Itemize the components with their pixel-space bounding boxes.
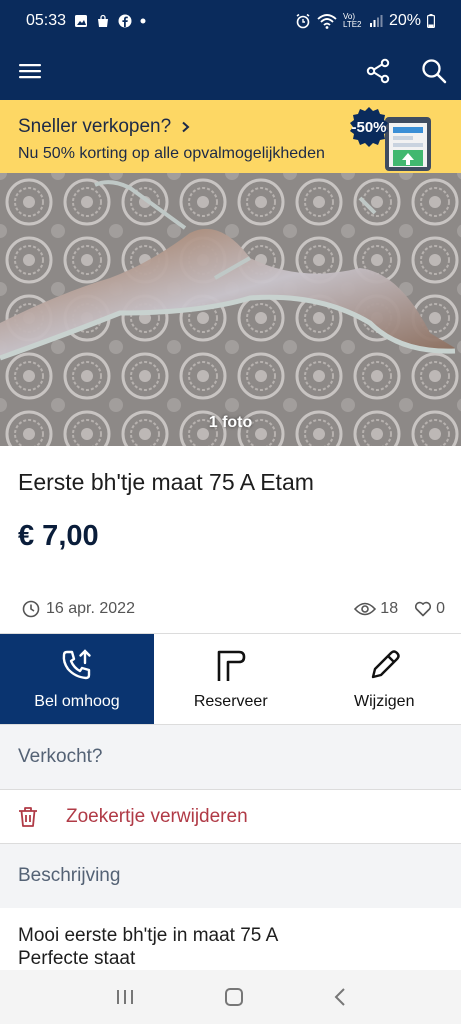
reserve-label: Reserveer: [193, 693, 268, 710]
menu-icon[interactable]: [18, 61, 42, 81]
listing-date: 16 apr. 2022: [46, 599, 135, 617]
notification-dot-icon: [140, 18, 146, 24]
edit-button[interactable]: Wijzigen: [308, 634, 461, 724]
chevron-right-icon: [182, 121, 190, 133]
listing-meta: 16 apr. 2022 18 0: [0, 584, 461, 633]
edit-label: Wijzigen: [354, 693, 415, 710]
description-line-1: Mooi eerste bh'tje in maat 75 A: [18, 925, 279, 946]
alarm-icon: [296, 13, 310, 29]
shopping-bag-icon: [98, 14, 109, 27]
action-bar: Bel omhoog Reserveer Wijzigen: [0, 633, 461, 725]
trash-icon: [19, 806, 37, 827]
phone-up-icon: [62, 649, 91, 680]
discount-badge-icon: -50%: [350, 107, 431, 171]
signal-icon: [369, 15, 383, 27]
heart-icon: [415, 601, 432, 616]
status-right: Vo) LTE2 20%: [295, 12, 435, 30]
sold-label: Verkocht?: [18, 746, 103, 767]
pencil-icon: [372, 650, 400, 679]
search-icon[interactable]: [421, 58, 447, 84]
recent-apps-icon[interactable]: [115, 988, 135, 1006]
promo-title: Sneller verkopen?: [18, 116, 172, 137]
bump-button[interactable]: Bel omhoog: [0, 634, 154, 724]
photo-count: 1 foto: [208, 414, 253, 431]
favorite-count: 0: [436, 599, 445, 617]
view-count: 18: [380, 599, 399, 617]
promo-banner[interactable]: Sneller verkopen? Nu 50% korting op alle…: [0, 100, 461, 173]
status-time: 05:33: [26, 12, 67, 29]
facebook-icon: [118, 14, 132, 28]
listing-price: € 7,00: [18, 520, 99, 552]
sold-section-heading: Verkocht?: [0, 725, 461, 789]
bump-label: Bel omhoog: [34, 693, 120, 710]
battery-percent: 20%: [388, 12, 421, 29]
share-icon[interactable]: [365, 58, 391, 84]
discount-badge-text: -50%: [351, 119, 386, 136]
app-bar: [0, 42, 461, 100]
status-bar: 05:33 Vo) LTE2 20%: [0, 0, 461, 42]
network-type-label: Vo) LTE2: [342, 12, 362, 29]
delete-label: Zoekertje verwijderen: [66, 805, 248, 827]
eye-icon: [354, 602, 377, 615]
back-icon[interactable]: [333, 987, 347, 1007]
status-left: 05:33: [26, 12, 146, 30]
delete-listing-button[interactable]: Zoekertje verwijderen: [0, 789, 461, 844]
description-heading-label: Beschrijving: [18, 865, 121, 886]
home-icon[interactable]: [224, 987, 244, 1007]
listing-title: Eerste bh'tje maat 75 A Etam: [18, 469, 314, 495]
description-line-2: Perfecte staat: [18, 948, 136, 969]
battery-icon: [427, 14, 435, 28]
system-nav-bar: [0, 970, 461, 1024]
listing-photo[interactable]: 1 foto: [0, 173, 461, 446]
photo-image: [0, 173, 461, 446]
clock-icon: [22, 600, 40, 617]
flag-icon: [217, 650, 246, 681]
gallery-icon: [75, 15, 88, 27]
reserve-button[interactable]: Reserveer: [154, 634, 308, 724]
wifi-icon: [317, 14, 337, 29]
description-heading: Beschrijving: [0, 844, 461, 908]
